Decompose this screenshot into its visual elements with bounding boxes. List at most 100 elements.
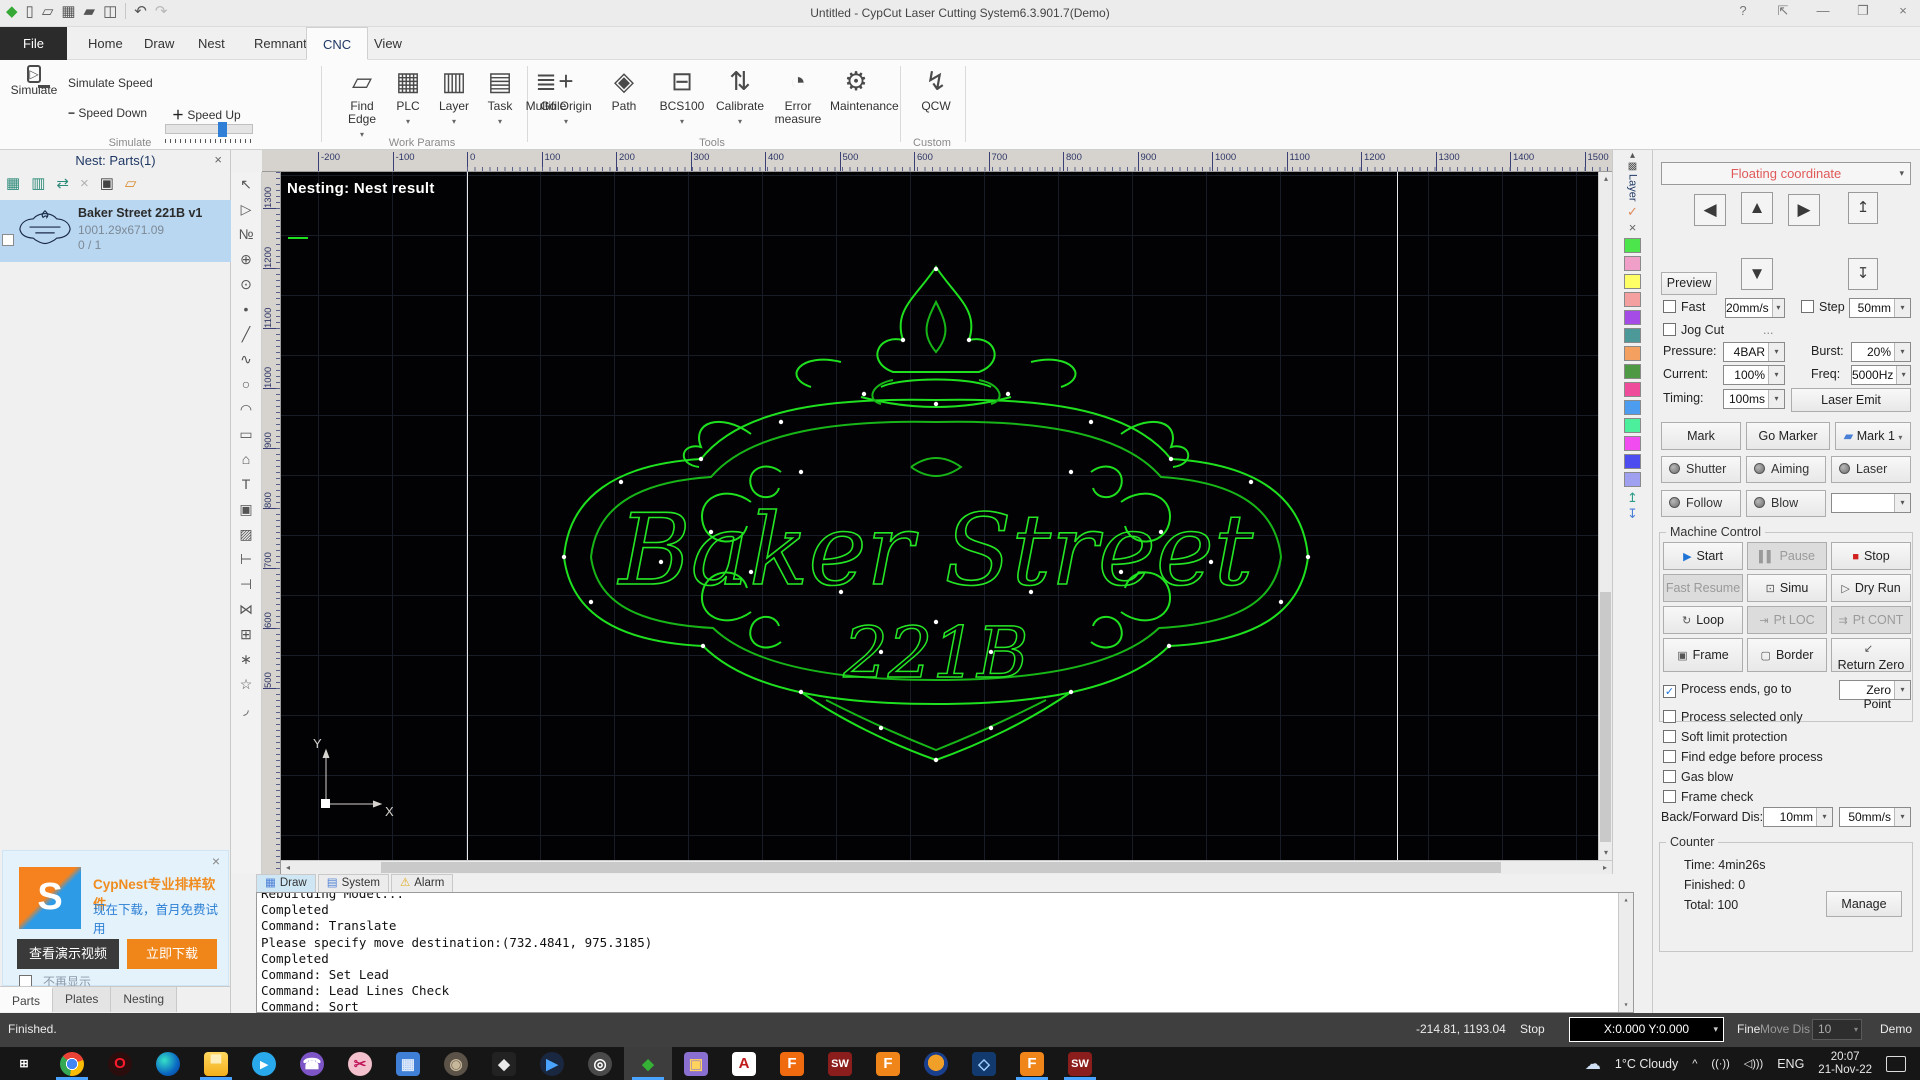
calibrate-button[interactable]: ⇅ Calibrate ▾ — [714, 64, 766, 127]
option-frame-check[interactable]: Frame check — [1663, 790, 1753, 804]
dry-run-button[interactable]: ▷ Dry Run — [1831, 574, 1911, 602]
maintenance-button[interactable]: ⚙ Maintenance — [830, 64, 899, 113]
taskbar-3d-viewer-icon[interactable]: ◇ — [960, 1047, 1008, 1080]
taskbar-solidworks-icon[interactable]: SW — [816, 1047, 864, 1080]
layer-color-5[interactable] — [1624, 309, 1641, 325]
help-button[interactable]: ? — [1734, 3, 1752, 19]
layer-color-12[interactable] — [1624, 435, 1641, 451]
return-zero-button[interactable]: ↙Return Zero — [1831, 638, 1911, 672]
tab-draw[interactable]: Draw — [128, 27, 190, 60]
tab-nesting[interactable]: Nesting — [111, 987, 178, 1012]
extra-output-dropdown[interactable]: ▾ — [1831, 493, 1911, 513]
ad-demo-video-button[interactable]: 查看演示视频 — [17, 939, 119, 969]
tray-chevron-icon[interactable]: ^ — [1692, 1058, 1697, 1070]
mark-button[interactable]: Mark — [1661, 422, 1741, 450]
go-to-dropdown[interactable]: Zero Point ▾ — [1839, 680, 1911, 711]
burst-dropdown[interactable]: 20% ▾ — [1851, 342, 1911, 362]
polyline-tool[interactable]: ∿ — [231, 347, 261, 372]
layer-button[interactable]: ▥ Layer ▾ — [428, 64, 480, 127]
step-dropdown[interactable]: 50mm ▾ — [1849, 298, 1911, 318]
layer-clear-icon[interactable]: × — [1613, 220, 1652, 235]
blow-toggle[interactable]: Blow — [1746, 490, 1826, 517]
nc-grid-icon[interactable]: ▦ — [61, 2, 75, 20]
export-icon[interactable]: ▱ — [125, 174, 137, 192]
taskbar-fusion360-2-icon[interactable]: F — [1008, 1047, 1056, 1080]
loop-button[interactable]: ↻ Loop — [1663, 606, 1743, 634]
taskbar-fusion360-icon[interactable]: F — [864, 1047, 912, 1080]
taskbar-obs-icon[interactable]: ◎ — [576, 1047, 624, 1080]
rectangle-tool[interactable]: ▭ — [231, 422, 261, 447]
simulate-button[interactable]: ▷ Simulate — [8, 64, 60, 97]
layer-color-14[interactable] — [1624, 471, 1641, 487]
layer-color-11[interactable] — [1624, 417, 1641, 433]
simulate-speed-slider[interactable] — [165, 122, 253, 137]
option-find-edge-before-process[interactable]: Find edge before process — [1663, 750, 1823, 764]
z-down-button[interactable]: ↧ — [1848, 258, 1878, 290]
current-dropdown[interactable]: 100% ▾ — [1723, 365, 1785, 385]
mirror-tool[interactable]: ⋈ — [231, 597, 261, 622]
speed-up-button[interactable]: ＋ Speed Up — [172, 106, 241, 123]
layer-color-1[interactable] — [1624, 237, 1641, 253]
follow-toggle[interactable]: Follow — [1661, 490, 1741, 517]
process-ends-checkbox[interactable]: ✓ Process ends, go to — [1663, 682, 1791, 698]
pt-loc-button[interactable]: ⇥ Pt LOC — [1747, 606, 1827, 634]
collapse-ribbon-button[interactable]: ⇱ — [1774, 3, 1792, 19]
line-tool[interactable]: ╱ — [231, 322, 261, 347]
pause-button[interactable]: ▌▌ Pause — [1747, 542, 1827, 570]
image-tool[interactable]: ▨ — [231, 522, 261, 547]
shutter-toggle[interactable]: Shutter — [1661, 456, 1741, 483]
pt-cont-button[interactable]: ⇉ Pt CONT — [1831, 606, 1911, 634]
lead-out-tool[interactable]: ⊣ — [231, 572, 261, 597]
layer-collapse-icon[interactable]: ▴ — [1613, 150, 1652, 161]
manage-button[interactable]: Manage — [1826, 891, 1902, 917]
border-button[interactable]: ▢ Border — [1747, 638, 1827, 672]
laser-toggle[interactable]: Laser — [1831, 456, 1911, 483]
coordinate-mode-dropdown[interactable]: Floating coordinate ▾ — [1661, 162, 1911, 185]
start-button[interactable]: ▶ Start — [1663, 542, 1743, 570]
fine-mode-label[interactable]: Fine — [1737, 1022, 1760, 1036]
taskbar-cypcut-icon[interactable]: ◆ — [624, 1047, 672, 1080]
taskbar-file-explorer-icon[interactable]: ▀ — [192, 1047, 240, 1080]
select-tool[interactable]: ↖ — [231, 172, 261, 197]
arc-tool[interactable]: ◠ — [231, 397, 261, 422]
hscroll-thumb[interactable] — [381, 862, 1501, 873]
stop-button[interactable]: ■ Stop — [1831, 542, 1911, 570]
jog-right-button[interactable]: ▶ — [1788, 194, 1820, 226]
import-icon[interactable]: ▰ — [84, 2, 96, 20]
layer-color-2[interactable] — [1624, 255, 1641, 271]
taskbar-snip-tool-icon[interactable]: ✂ — [336, 1047, 384, 1080]
speed-down-button[interactable]: − Speed Down — [68, 106, 147, 120]
taskbar-edge-icon[interactable] — [144, 1047, 192, 1080]
preview-button[interactable]: Preview — [1661, 272, 1717, 295]
fast-speed-dropdown[interactable]: 20mm/s ▾ — [1725, 298, 1785, 318]
lead-in-tool[interactable]: ⊢ — [231, 547, 261, 572]
point-tool[interactable]: • — [231, 297, 261, 322]
mark1-dropdown-button[interactable]: ▰ Mark 1 ▾ — [1835, 422, 1911, 450]
z-up-button[interactable]: ↥ — [1848, 192, 1878, 224]
machine-position-dropdown[interactable]: X:0.000 Y:0.000 ▾ — [1569, 1017, 1724, 1042]
option-gas-blow[interactable]: Gas blow — [1663, 770, 1733, 784]
puzzle-tool[interactable]: ▣ — [231, 497, 261, 522]
lead-out-icon[interactable]: ↧ — [1613, 506, 1652, 522]
zoom-tool[interactable]: ⊙ — [231, 272, 261, 297]
part-delete-icon[interactable]: × — [80, 175, 89, 192]
taskbar-start-icon[interactable]: ⊞ — [0, 1047, 48, 1080]
go-origin-button[interactable]: + Go Origin ▾ — [540, 64, 592, 127]
circle-tool[interactable]: ○ — [231, 372, 261, 397]
ad-download-button[interactable]: 立即下载 — [127, 939, 217, 969]
tab-parts[interactable]: Parts — [0, 987, 54, 1012]
nest-icon[interactable]: ▣ — [100, 174, 114, 192]
path-button[interactable]: ◈ Path — [598, 64, 650, 113]
aiming-toggle[interactable]: Aiming — [1746, 456, 1826, 483]
back-speed-dropdown[interactable]: 50mm/s ▾ — [1839, 807, 1911, 827]
task-button[interactable]: ▤ Task ▾ — [474, 64, 526, 127]
polygon-tool[interactable]: ⌂ — [231, 447, 261, 472]
command-console[interactable]: Rebuilding Model... Completed Command: Tra… — [256, 892, 1634, 1013]
taskbar-calculator-icon[interactable]: ▦ — [384, 1047, 432, 1080]
taskbar-freecad-icon[interactable]: F — [768, 1047, 816, 1080]
fast-resume-button[interactable]: Fast Resume — [1663, 574, 1743, 602]
plc-button[interactable]: ▦ PLC ▾ — [382, 64, 434, 127]
clock[interactable]: 20:07 21-Nov-22 — [1818, 1051, 1872, 1077]
fast-checkbox[interactable]: Fast — [1663, 300, 1705, 314]
bcs100-button[interactable]: ⊟ BCS100 ▾ — [656, 64, 708, 127]
